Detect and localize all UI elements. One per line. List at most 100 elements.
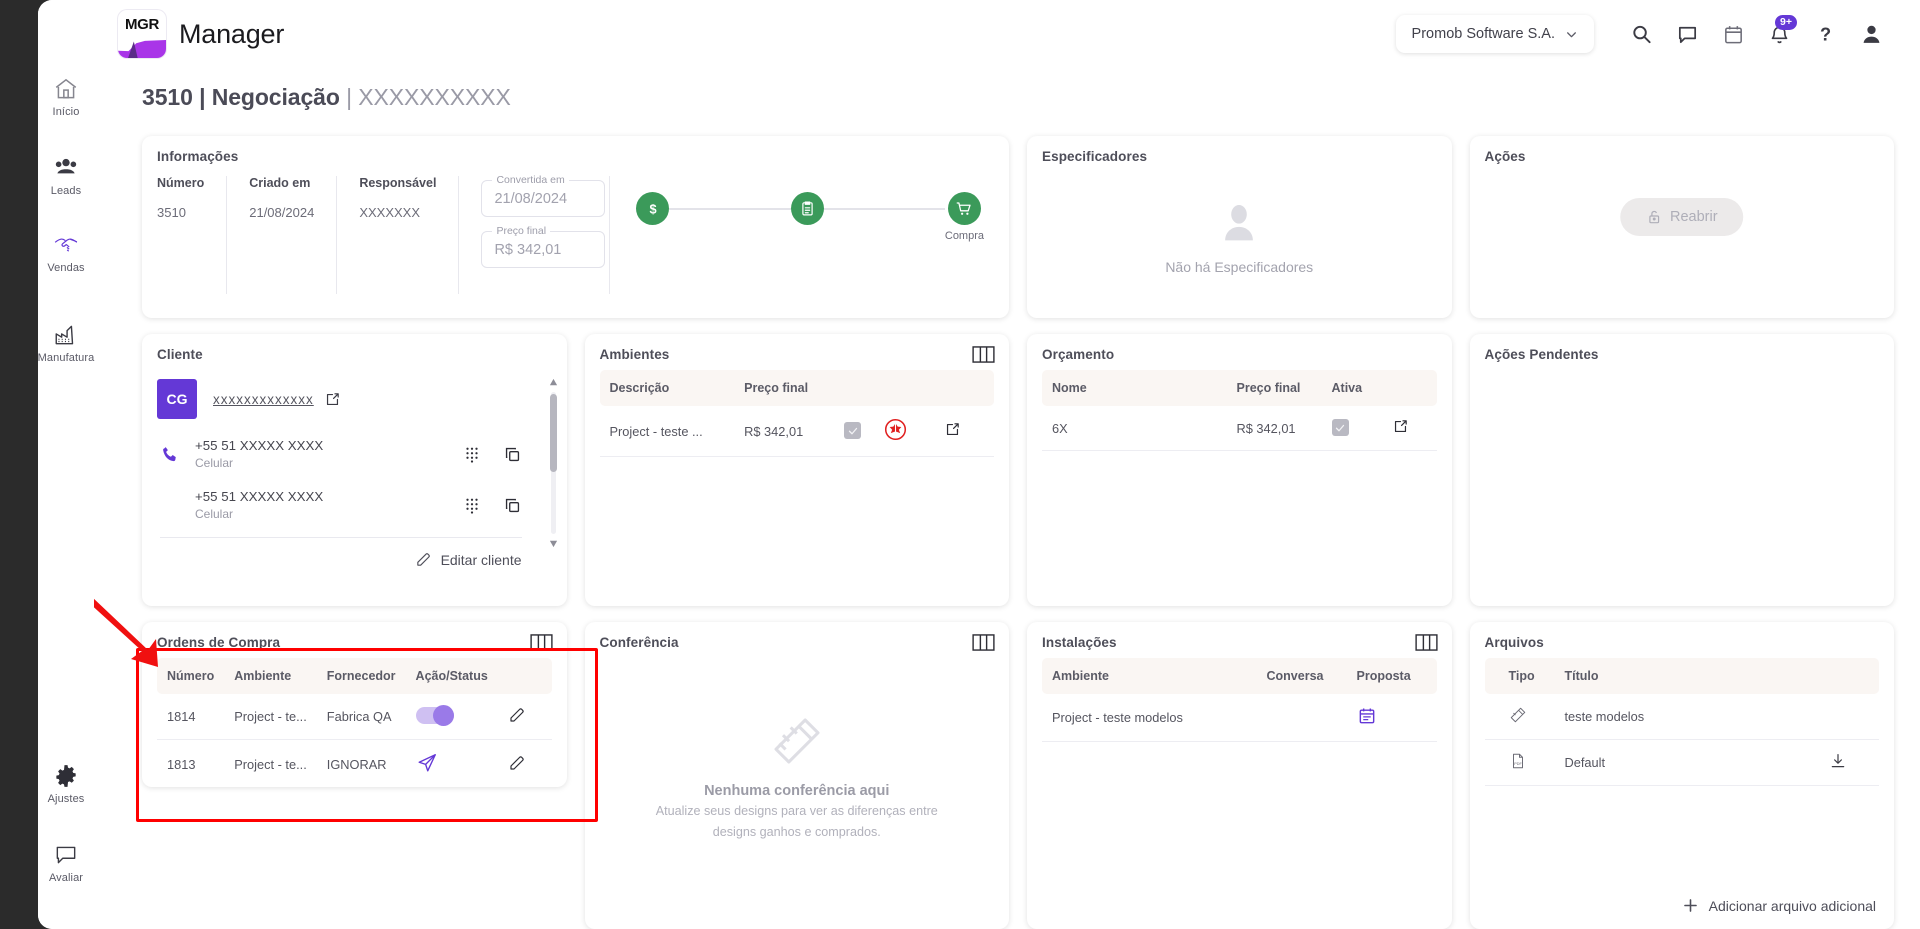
field-preco-final[interactable]: Preço final R$ 342,01 <box>481 225 606 268</box>
cell-ambiente: Project - teste modelos <box>1042 694 1257 742</box>
phone-row: +55 51 XXXXX XXXX Celular <box>157 438 552 470</box>
dialpad-icon[interactable] <box>463 445 481 463</box>
cell-action[interactable] <box>1819 739 1879 786</box>
card-title: Ações <box>1484 149 1526 164</box>
ambientes-card: Ambientes Descrição Preço final Project … <box>584 334 1009 606</box>
step-compra[interactable]: Compra <box>945 192 984 242</box>
conferencia-empty: Nenhuma conferência aqui Atualize seus d… <box>600 650 995 904</box>
sidebar-item-avaliar[interactable]: Avaliar <box>38 842 94 884</box>
table-row[interactable]: 6X R$ 342,01 <box>1042 406 1437 451</box>
columns-icon[interactable] <box>1414 634 1438 651</box>
cell-ambiente: Project - te... <box>224 694 317 740</box>
help-button[interactable]: ? <box>1802 11 1848 57</box>
columns-icon[interactable] <box>529 634 553 651</box>
table-header-row: Nome Preço final Ativa <box>1042 370 1437 406</box>
th-descricao: Descrição <box>599 370 735 406</box>
table-row[interactable]: Project - teste modelos <box>1042 694 1437 742</box>
cell-edit[interactable] <box>497 739 552 787</box>
columns-icon[interactable] <box>972 346 995 363</box>
th-tipo: Tipo <box>1484 658 1555 694</box>
notification-badge: 9+ <box>1775 15 1797 30</box>
unlock-icon <box>1649 210 1659 224</box>
dialpad-icon[interactable] <box>463 496 481 514</box>
cell-tipo: PDF <box>1484 739 1555 786</box>
sidebar-item-manufatura[interactable]: Manufatura <box>38 322 94 364</box>
acoes-card: Ações Reabrir <box>1469 136 1894 318</box>
ordens-compra-table: Número Ambiente Fornecedor Ação/Status 1… <box>157 658 552 787</box>
cell-open[interactable] <box>1381 406 1437 451</box>
dashboard-grid: Informações Número 3510 Criado em 21/08/… <box>142 136 1894 929</box>
status-toggle[interactable] <box>415 704 454 726</box>
handshake-icon <box>54 238 78 252</box>
info-header: Criado em <box>249 176 311 190</box>
table-row[interactable]: PDF Default <box>1484 739 1879 786</box>
info-col-numero: Número 3510 <box>157 176 228 294</box>
table-row[interactable]: 1813 Project - te... IGNORAR <box>157 739 552 787</box>
cell-acao[interactable] <box>405 739 498 787</box>
empty-title: Nenhuma conferência aqui <box>704 782 890 799</box>
sidebar-item-label: Avaliar <box>48 872 84 884</box>
card-title: Conferência <box>599 635 679 650</box>
table-row[interactable]: Project - teste ... R$ 342,01 <box>599 406 994 457</box>
cell-titulo: Default <box>1554 739 1819 786</box>
step-pedido[interactable] <box>790 192 824 230</box>
th-numero: Número <box>157 658 225 694</box>
table-row[interactable]: 1814 Project - te... Fabrica QA <box>157 694 552 740</box>
especificadores-empty: Não há Especificadores <box>1042 164 1437 307</box>
profile-button[interactable] <box>1848 11 1894 57</box>
calendar-purple-icon <box>1359 708 1374 724</box>
th-status <box>874 370 934 406</box>
cliente-scrollbar[interactable] <box>549 378 558 548</box>
home-icon <box>55 78 77 99</box>
reabrir-button[interactable]: Reabrir <box>1619 198 1744 236</box>
table-row[interactable]: teste modelos <box>1484 694 1879 740</box>
help-icon: ? <box>1819 24 1830 44</box>
sidebar-item-vendas[interactable]: Vendas <box>38 232 94 274</box>
cell-tipo <box>1484 694 1555 740</box>
cell-open[interactable] <box>934 406 994 457</box>
sidebar-item-ajustes[interactable]: Ajustes <box>38 763 94 805</box>
sidebar-item-leads[interactable]: Leads <box>38 155 94 197</box>
cell-status[interactable] <box>874 406 934 457</box>
conferencia-card: Conferência Nenhuma conferência aqui Atu… <box>584 622 1009 929</box>
scrollbar-thumb[interactable] <box>549 394 557 472</box>
copy-icon[interactable] <box>503 445 522 464</box>
info-col-responsavel: Responsável XXXXXXX <box>359 176 460 294</box>
org-selector[interactable]: Promob Software S.A. <box>1395 15 1594 53</box>
notifications-button[interactable]: 9+ <box>1756 11 1802 57</box>
cell-preco: R$ 342,01 <box>1226 406 1322 451</box>
pencil-icon <box>416 553 430 566</box>
sidebar-item-label: Leads <box>50 185 82 197</box>
empty-line2: designs ganhos e comprados. <box>712 825 881 839</box>
columns-icon[interactable] <box>972 634 995 651</box>
editar-cliente-button[interactable]: Editar cliente <box>157 551 522 568</box>
instalacoes-card: Instalações Ambiente Conversa Proposta P… <box>1027 622 1452 929</box>
orcamento-card: Orçamento Nome Preço final Ativa 6X R$ 3… <box>1027 334 1452 606</box>
calendar-button[interactable] <box>1710 11 1756 57</box>
adicionar-arquivo-button[interactable]: Adicionar arquivo adicional <box>1681 896 1876 915</box>
search-button[interactable] <box>1618 11 1664 57</box>
scroll-up-arrow-icon[interactable] <box>549 378 558 387</box>
step-label: Compra <box>944 230 984 242</box>
step-orcamento[interactable]: $ <box>636 192 670 230</box>
cell-acao[interactable] <box>405 694 498 740</box>
copy-icon[interactable] <box>503 496 522 515</box>
sidebar-item-inicio[interactable]: Início <box>38 76 94 118</box>
cliente-name[interactable]: xxxxxxxxxxxxx <box>213 392 314 407</box>
chat-button[interactable] <box>1664 11 1710 57</box>
cell-edit[interactable] <box>497 694 552 740</box>
factory-icon <box>55 325 74 345</box>
th-edit <box>497 658 552 694</box>
chevron-down-icon <box>1567 31 1576 37</box>
scroll-down-arrow-icon[interactable] <box>549 539 558 548</box>
page-title-stage: Negociação <box>211 84 340 110</box>
field-convertida-em[interactable]: Convertida em 21/08/2024 <box>481 174 606 217</box>
cliente-identity: CG xxxxxxxxxxxxx <box>157 379 552 419</box>
external-link-icon[interactable] <box>324 391 341 408</box>
svg-text:$: $ <box>649 201 656 216</box>
adicionar-arquivo-label: Adicionar arquivo adicional <box>1708 897 1876 914</box>
phone-type: Celular <box>195 507 234 521</box>
info-value: XXXXXXX <box>359 205 421 220</box>
editar-cliente-label: Editar cliente <box>440 551 522 568</box>
cell-proposta[interactable] <box>1346 694 1437 742</box>
